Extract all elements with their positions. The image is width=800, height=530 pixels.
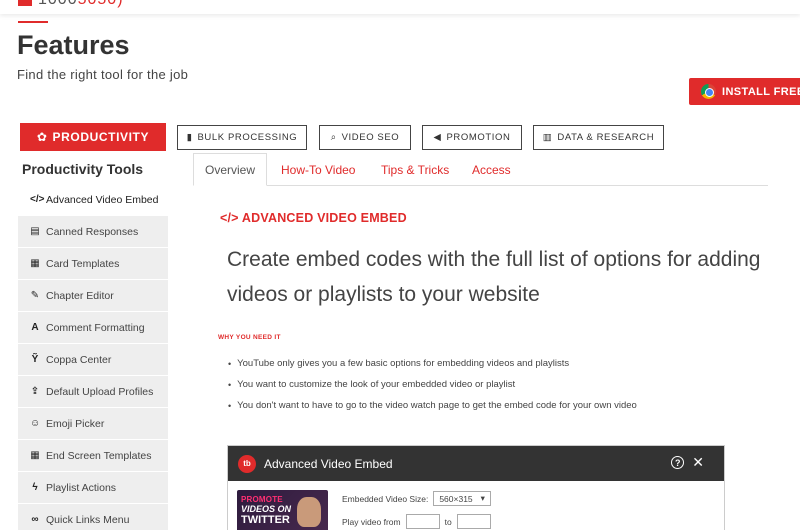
category-productivity[interactable]: ✿ PRODUCTIVITY (20, 123, 166, 151)
list-item: You want to customize the look of your e… (228, 374, 637, 395)
chrome-icon (701, 84, 716, 99)
list-item: YouTube only gives you a few basic optio… (228, 353, 637, 374)
install-button-label: INSTALL FREE (722, 85, 800, 98)
category-data-research[interactable]: ▥ DATA & RESEARCH (533, 125, 664, 150)
tab-how-to-video[interactable]: How-To Video (270, 153, 366, 186)
sidebar-item-card-templates[interactable]: ▦ Card Templates (18, 248, 168, 280)
window-controls: ? ✕ (671, 454, 704, 471)
dropdown-arrow-icon: ▾ (480, 493, 485, 503)
sidebar-item-end-screen-templates[interactable]: ▦ End Screen Templates (18, 440, 168, 472)
size-label: Embedded Video Size: (342, 493, 429, 504)
category-promotion[interactable]: ◀ PROMOTION (422, 125, 522, 150)
sidebar-item-coppa-center[interactable]: Ỹ Coppa Center (18, 344, 168, 376)
top-header-bar: 10005050) (0, 0, 800, 14)
window-title-bar: tb Advanced Video Embed (228, 446, 724, 481)
embed-tool-window: tb Advanced Video Embed ? ✕ PROMOTE VIDE… (227, 445, 725, 530)
tubebuddy-logo-icon: tb (238, 454, 256, 473)
category-video-seo[interactable]: ⌕ VIDEO SEO (319, 125, 411, 150)
megaphone-icon: ◀ (433, 132, 442, 143)
chart-icon: ▥ (542, 132, 553, 143)
bolt-icon: ϟ (32, 482, 38, 493)
sidebar-item-playlist-actions[interactable]: ϟ Playlist Actions (18, 472, 168, 504)
code-icon: </> (30, 194, 45, 205)
thumbnail-face (297, 497, 321, 527)
close-icon[interactable]: ✕ (692, 454, 704, 471)
install-free-button[interactable]: INSTALL FREE (689, 78, 800, 105)
child-icon: Ỹ (31, 354, 39, 365)
why-you-need-it-label: WHY YOU NEED IT (218, 334, 281, 341)
brand-logo-mark[interactable] (18, 0, 32, 6)
reasons-list: YouTube only gives you a few basic optio… (228, 353, 637, 416)
video-thumbnail: PROMOTE VIDEOS ON TWITTER (237, 490, 328, 530)
play-from-label: Play video from (342, 516, 401, 527)
pencil-icon: ✎ (30, 290, 40, 301)
grid-icon: ▦ (30, 258, 40, 269)
sidebar-item-default-upload-profiles[interactable]: ⇪ Default Upload Profiles (18, 376, 168, 408)
sidebar-item-advanced-video-embed[interactable]: </> Advanced Video Embed (18, 184, 168, 216)
emoji-icon: ☺ (30, 418, 41, 429)
to-label: to (444, 516, 452, 527)
title-accent-rule (18, 21, 48, 23)
upload-icon: ⇪ (30, 386, 40, 397)
tab-overview[interactable]: Overview (193, 153, 268, 186)
document-icon: ▤ (30, 226, 40, 237)
sidebar-item-comment-formatting[interactable]: A Comment Formatting (18, 312, 168, 344)
sidebar-item-quick-links-menu[interactable]: ∞ Quick Links Menu (18, 504, 168, 530)
list-item: You don't want to have to go to the vide… (228, 395, 637, 416)
font-icon: A (31, 322, 39, 333)
sidebar-item-emoji-picker[interactable]: ☺ Emoji Picker (18, 408, 168, 440)
end-time-input[interactable] (456, 514, 491, 529)
code-icon: </> (220, 211, 239, 225)
grid-icon: ▦ (30, 450, 40, 461)
page-subtitle: Find the right tool for the job (17, 67, 189, 82)
feature-lead-text: Create embed codes with the full list of… (227, 248, 761, 306)
folder-icon: ▮ (186, 132, 193, 143)
tab-access[interactable]: Access (461, 153, 522, 186)
sidebar: </> Advanced Video Embed ▤ Canned Response… (18, 184, 168, 530)
sidebar-item-chapter-editor[interactable]: ✎ Chapter Editor (18, 280, 168, 312)
size-row: Embedded Video Size: 560×315 ▾ (342, 491, 491, 506)
page-title: Features (17, 30, 130, 60)
sidebar-title: Productivity Tools (22, 161, 144, 177)
search-icon: ⌕ (330, 132, 337, 143)
start-time-input[interactable] (405, 514, 440, 529)
section-heading: </> ADVANCED VIDEO EMBED (220, 211, 407, 225)
tab-tips-tricks[interactable]: Tips & Tricks (370, 153, 460, 186)
window-title: Advanced Video Embed (264, 456, 393, 471)
help-icon[interactable]: ? (671, 456, 685, 469)
sidebar-item-canned-responses[interactable]: ▤ Canned Responses (18, 216, 168, 248)
content-tabs: Overview How-To Video Tips & Tricks Acce… (193, 153, 768, 186)
size-select[interactable]: 560×315 ▾ (433, 491, 491, 506)
gear-icon: ✿ (36, 130, 48, 144)
link-icon: ∞ (31, 514, 39, 525)
brand-logo-text[interactable]: 10005050) (38, 0, 124, 9)
category-bulk-processing[interactable]: ▮ BULK PROCESSING (177, 125, 307, 150)
play-range-row: Play video from to (342, 514, 491, 529)
